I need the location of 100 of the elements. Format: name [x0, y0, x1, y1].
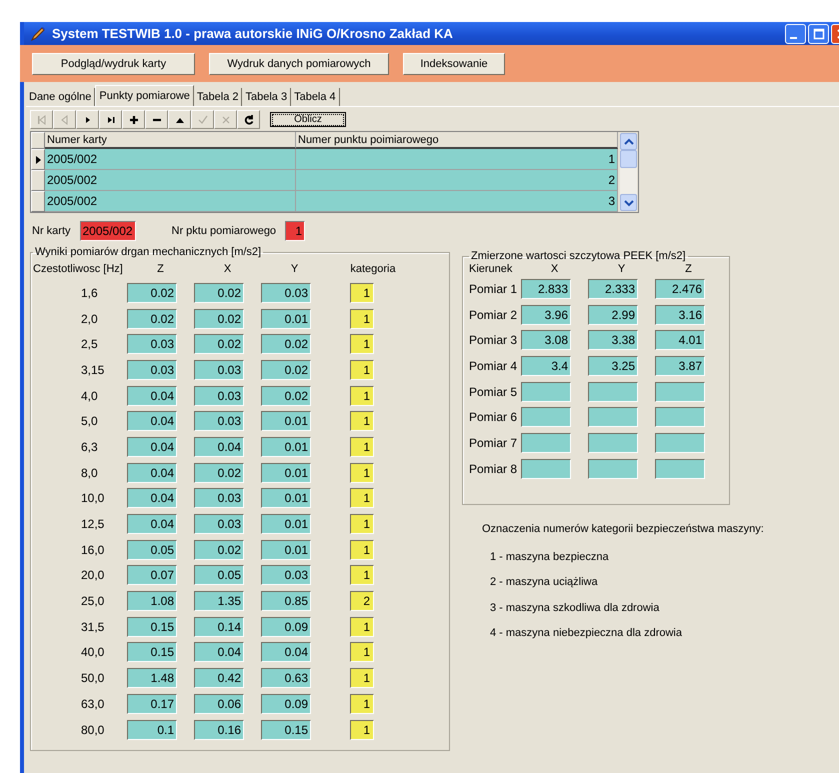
category-field[interactable]: 1: [350, 668, 374, 688]
value-field[interactable]: 0.15: [127, 642, 177, 662]
tab[interactable]: Punkty pomiarowe: [95, 85, 194, 106]
value-field[interactable]: 0.03: [194, 360, 244, 380]
value-field[interactable]: 0.01: [261, 488, 311, 508]
value-field[interactable]: 0.17: [127, 694, 177, 714]
category-field[interactable]: 1: [350, 565, 374, 586]
toolbar-button[interactable]: Podgląd/wydruk karty: [32, 52, 195, 74]
minimize-button[interactable]: [785, 24, 806, 44]
value-field[interactable]: 3.25: [588, 356, 638, 376]
value-field[interactable]: 0.03: [261, 282, 311, 303]
value-field[interactable]: 0.04: [127, 514, 177, 534]
category-field[interactable]: 1: [350, 334, 374, 354]
value-field[interactable]: [655, 432, 705, 453]
value-field[interactable]: 0.04: [194, 642, 244, 662]
value-field[interactable]: 0.01: [261, 462, 311, 483]
scroll-bar[interactable]: [620, 133, 637, 211]
value-field[interactable]: 2.99: [588, 304, 638, 325]
value-field[interactable]: 0.03: [194, 488, 244, 508]
value-field[interactable]: 0.09: [261, 694, 311, 714]
category-field[interactable]: 1: [350, 360, 374, 380]
value-field[interactable]: 0.09: [261, 616, 311, 637]
value-field[interactable]: 0.04: [127, 462, 177, 483]
value-field[interactable]: 3.38: [588, 330, 638, 350]
category-field[interactable]: 1: [350, 720, 374, 740]
navigator-button[interactable]: [76, 110, 99, 129]
category-field[interactable]: 1: [350, 514, 374, 534]
category-field[interactable]: 1: [350, 282, 374, 303]
navigator-button[interactable]: [237, 110, 260, 129]
category-field[interactable]: 1: [350, 411, 374, 432]
value-field[interactable]: 2.333: [588, 278, 638, 299]
value-field[interactable]: [521, 432, 571, 453]
value-field[interactable]: 0.02: [127, 308, 177, 329]
value-field[interactable]: 0.02: [261, 334, 311, 354]
category-field[interactable]: 2: [350, 591, 374, 612]
value-field[interactable]: 0.01: [261, 436, 311, 457]
category-field[interactable]: 1: [350, 642, 374, 662]
navigator-button[interactable]: [99, 110, 122, 129]
value-field[interactable]: 0.02: [127, 282, 177, 303]
value-field[interactable]: 0.04: [127, 488, 177, 508]
value-field[interactable]: 0.04: [194, 436, 244, 457]
value-field[interactable]: [655, 382, 705, 402]
value-field[interactable]: [588, 432, 638, 453]
value-field[interactable]: 2.476: [655, 278, 705, 299]
category-field[interactable]: 1: [350, 488, 374, 508]
value-field[interactable]: 4.01: [655, 330, 705, 350]
value-field[interactable]: [588, 458, 638, 479]
category-field[interactable]: 1: [350, 308, 374, 329]
maximize-button[interactable]: [808, 24, 829, 44]
row-indicator[interactable]: [31, 149, 45, 170]
value-field[interactable]: 3.16: [655, 304, 705, 325]
value-field[interactable]: 0.07: [127, 565, 177, 586]
value-field[interactable]: 0.15: [261, 720, 311, 740]
value-field[interactable]: 3.96: [521, 304, 571, 325]
value-field[interactable]: 0.03: [261, 565, 311, 586]
tab[interactable]: Tabela 4: [291, 88, 340, 106]
value-field[interactable]: 0.42: [194, 668, 244, 688]
toolbar-button[interactable]: Indeksowanie: [403, 52, 505, 74]
value-field[interactable]: 0.04: [127, 386, 177, 406]
category-field[interactable]: 1: [350, 386, 374, 406]
value-field[interactable]: 0.16: [194, 720, 244, 740]
value-field[interactable]: 0.03: [127, 360, 177, 380]
value-field[interactable]: 0.01: [261, 411, 311, 432]
value-field[interactable]: 0.03: [194, 514, 244, 534]
navigator-button[interactable]: [145, 110, 168, 129]
value-field[interactable]: 0.14: [194, 616, 244, 637]
value-field[interactable]: [521, 458, 571, 479]
value-field[interactable]: 0.01: [261, 540, 311, 560]
value-field[interactable]: [655, 407, 705, 428]
category-field[interactable]: 1: [350, 462, 374, 483]
calculate-button[interactable]: Oblicz: [270, 112, 346, 127]
category-field[interactable]: 1: [350, 616, 374, 637]
navigator-button[interactable]: [122, 110, 145, 129]
value-field[interactable]: 0.02: [194, 334, 244, 354]
value-field[interactable]: 0.06: [194, 694, 244, 714]
value-field[interactable]: 0.03: [194, 411, 244, 432]
value-field[interactable]: [521, 382, 571, 402]
value-field[interactable]: 0.04: [261, 642, 311, 662]
category-field[interactable]: 1: [350, 694, 374, 714]
value-field[interactable]: 1.35: [194, 591, 244, 612]
value-field[interactable]: 1.48: [127, 668, 177, 688]
value-field[interactable]: [521, 407, 571, 428]
value-field[interactable]: 0.04: [127, 411, 177, 432]
value-field[interactable]: 0.02: [261, 386, 311, 406]
value-field[interactable]: [588, 382, 638, 402]
value-field[interactable]: 0.02: [194, 540, 244, 560]
value-field[interactable]: 2.833: [521, 278, 571, 299]
value-field[interactable]: 0.01: [261, 308, 311, 329]
value-field[interactable]: 3.4: [521, 356, 571, 376]
value-field[interactable]: 0.02: [194, 308, 244, 329]
value-field[interactable]: 0.63: [261, 668, 311, 688]
category-field[interactable]: 1: [350, 436, 374, 457]
value-field[interactable]: 0.15: [127, 616, 177, 637]
category-field[interactable]: 1: [350, 540, 374, 560]
value-field[interactable]: 0.02: [194, 282, 244, 303]
value-field[interactable]: 0.04: [127, 436, 177, 457]
value-field[interactable]: 1.08: [127, 591, 177, 612]
value-field[interactable]: 3.87: [655, 356, 705, 376]
card-number-field[interactable]: 2005/002: [80, 221, 136, 241]
value-field[interactable]: 0.05: [127, 540, 177, 560]
